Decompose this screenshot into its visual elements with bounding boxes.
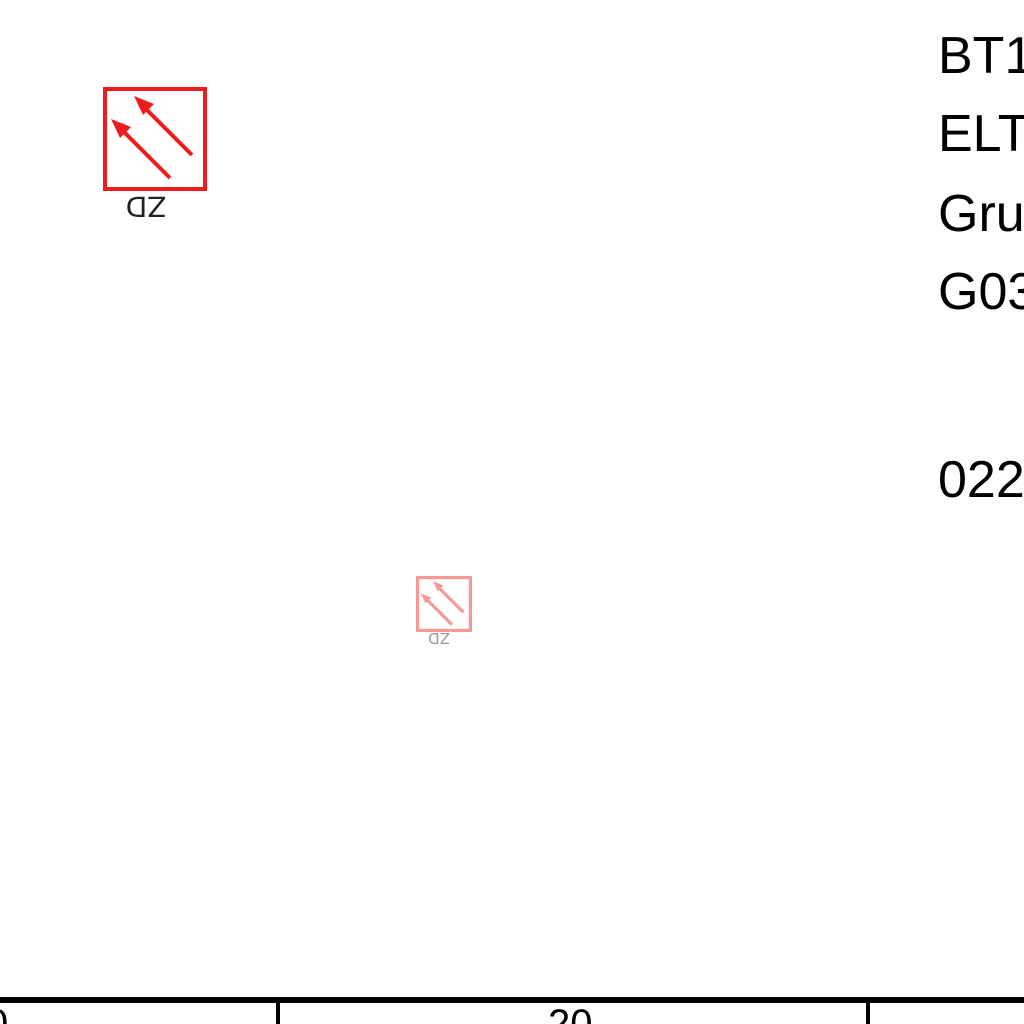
title-block-line-1: BT1: [938, 27, 1024, 85]
title-block-line-3: Gru: [938, 185, 1024, 243]
ruler-tick: [866, 1000, 870, 1024]
symbol-code-label: ZD: [125, 190, 167, 223]
symbol-code-label-small: ZD: [428, 629, 450, 647]
ruler-label-left: 0: [0, 1004, 8, 1024]
smoke-vent-symbol-large: [103, 87, 207, 191]
smoke-vent-arrows-icon: [103, 87, 207, 191]
smoke-vent-arrows-icon: [416, 576, 472, 632]
drawing-frame-border: [0, 997, 1024, 1003]
ruler-tick: [276, 1000, 280, 1024]
title-block-line-5: 022: [938, 451, 1024, 509]
smoke-vent-symbol-small: [416, 576, 472, 632]
title-block-line-2: ELT: [938, 105, 1024, 163]
ruler-label-mid: 20: [548, 1002, 593, 1024]
title-block-line-4: G03: [938, 263, 1024, 321]
drawing-canvas: ZD ZD BT1 ELT Gru G03 022 0 20: [0, 0, 1024, 1024]
